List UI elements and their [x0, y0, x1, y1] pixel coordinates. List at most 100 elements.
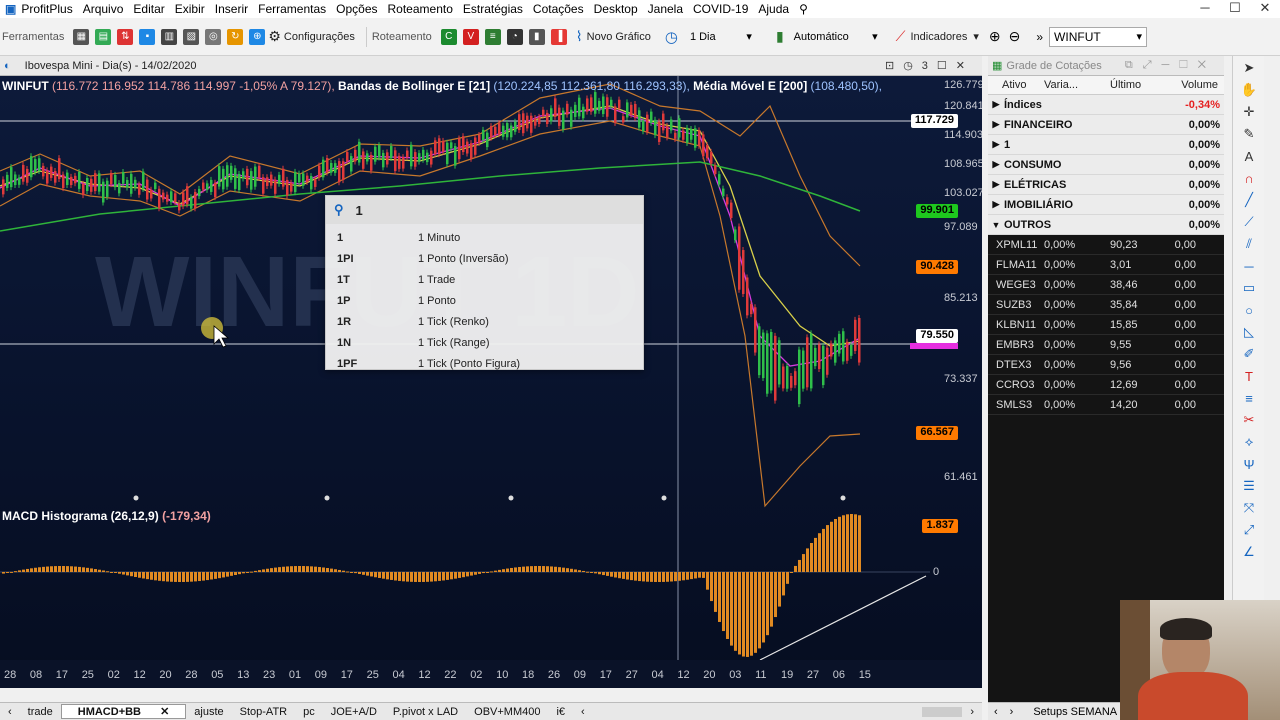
stock-row[interactable]: XPML11 0,00% 90,23 0,00	[988, 235, 1224, 255]
group-row[interactable]: ▶ CONSUMO 0,00%	[988, 155, 1224, 175]
menu-cotacoes[interactable]: Cotações	[528, 2, 589, 16]
tabs-prev-icon[interactable]: ‹	[0, 706, 20, 718]
close-icon[interactable]: ✕	[1250, 0, 1280, 16]
ray-icon[interactable]: ⟋	[1239, 212, 1259, 232]
menu-ajuda[interactable]: Ajuda	[753, 2, 794, 16]
clock-icon[interactable]: ◷	[665, 28, 678, 46]
edit-icon[interactable]: ✎	[1239, 124, 1259, 144]
col-ativo[interactable]: Ativo	[988, 79, 1044, 91]
zoom-in-icon[interactable]: ⊕	[989, 28, 1001, 45]
pointer-icon[interactable]: ➤	[1239, 58, 1259, 78]
more-icon[interactable]: »	[1036, 30, 1043, 44]
symbol-search-popup[interactable]: ⚲ 1 1 1 Minuto 1PI 1 Ponto (Inversão) 1T 1 …	[325, 195, 644, 370]
hline-icon[interactable]: ─	[1239, 256, 1259, 276]
popup-search-field[interactable]: ⚲ 1	[326, 196, 643, 224]
tab-ppivot-lad[interactable]: P.pivot x LAD	[385, 706, 466, 718]
tab-pc[interactable]: pc	[295, 706, 323, 718]
book-icon[interactable]: ≡	[484, 28, 501, 45]
indicadores-button[interactable]: ⟋ Indicadores ▾	[896, 26, 979, 48]
triangle-icon[interactable]: ◺	[1239, 322, 1259, 342]
maximize-icon[interactable]: ☐	[1220, 0, 1250, 16]
popup-item[interactable]: 1T 1 Trade	[326, 269, 643, 290]
stock-row[interactable]: SUZB3 0,00% 35,84 0,00	[988, 295, 1224, 315]
scissors-icon[interactable]: ✂	[1239, 410, 1259, 430]
menu-estrategias[interactable]: Estratégias	[458, 2, 528, 16]
menu-desktop[interactable]: Desktop	[589, 2, 643, 16]
tab-ajuste[interactable]: ajuste	[186, 706, 231, 718]
group-row[interactable]: ▶ IMOBILIÁRIO 0,00%	[988, 195, 1224, 215]
menu-ferramentas[interactable]: Ferramentas	[253, 2, 331, 16]
chart-color-icon[interactable]: ▐	[550, 28, 567, 45]
group-row[interactable]: ▶ 1 0,00%	[988, 135, 1224, 155]
menu-editar[interactable]: Editar	[128, 2, 169, 16]
footer-prev-icon[interactable]: ‹	[988, 706, 1004, 718]
search-icon[interactable]: ⚲	[794, 2, 813, 16]
table-icon[interactable]: ▧	[183, 28, 200, 45]
tab-other[interactable]: i€	[548, 706, 573, 718]
calendar-icon[interactable]: ▥	[161, 28, 178, 45]
cart-icon[interactable]: ⊕	[249, 28, 266, 45]
minimize-icon[interactable]: ─	[1190, 0, 1220, 16]
zoom-out-icon[interactable]: ⊖	[1009, 28, 1021, 45]
fibonacci-icon[interactable]: ≡	[1239, 388, 1259, 408]
stock-row[interactable]: CCRO3 0,00% 12,69 0,00	[988, 375, 1224, 395]
circle-icon[interactable]: ○	[1239, 300, 1259, 320]
menu-opcoes[interactable]: Opções	[331, 2, 382, 16]
line-icon[interactable]: ╱	[1239, 190, 1259, 210]
configuracoes-button[interactable]: ⚙ Configurações	[268, 26, 355, 48]
arrows-icon[interactable]: ⇅	[117, 28, 134, 45]
stock-row[interactable]: FLMA11 0,00% 3,01 0,00	[988, 255, 1224, 275]
grid-icon[interactable]: ▤	[95, 28, 112, 45]
hand-icon[interactable]: ✋	[1239, 80, 1259, 100]
group-row[interactable]: ▼ OUTROS 0,00%	[988, 215, 1224, 235]
text-icon[interactable]: T	[1239, 366, 1259, 386]
group-row[interactable]: ▶ Índices -0,34%	[988, 95, 1224, 115]
footer-next-icon[interactable]: ›	[1004, 706, 1020, 718]
novo-grafico-button[interactable]: ⌇ Novo Gráfico	[576, 26, 651, 48]
popup-item[interactable]: 1PF 1 Tick (Ponto Figura)	[326, 353, 643, 374]
group-row[interactable]: ▶ ELÉTRICAS 0,00%	[988, 175, 1224, 195]
bars-icon[interactable]: ▮	[528, 28, 545, 45]
stock-row[interactable]: KLBN11 0,00% 15,85 0,00	[988, 315, 1224, 335]
alarm-icon[interactable]: ◎	[205, 28, 222, 45]
period-select[interactable]: 1 Dia ▾	[686, 27, 756, 47]
menu-roteamento[interactable]: Roteamento	[383, 2, 458, 16]
popup-item[interactable]: 1 1 Minuto	[326, 227, 643, 248]
refresh-icon[interactable]: ↻	[227, 28, 244, 45]
mode-select[interactable]: Automático ▾	[790, 27, 882, 47]
text-a-icon[interactable]: A	[1239, 146, 1259, 166]
menu-arquivo[interactable]: Arquivo	[78, 2, 129, 16]
group-row[interactable]: ▶ FINANCEIRO 0,00%	[988, 115, 1224, 135]
tab-joe-ad[interactable]: JOE+A/D	[323, 706, 385, 718]
cross-icon[interactable]: ⤧	[1239, 498, 1259, 518]
popup-item[interactable]: 1P 1 Ponto	[326, 290, 643, 311]
tab-stop-atr[interactable]: Stop-ATR	[232, 706, 295, 718]
menu-inserir[interactable]: Inserir	[210, 2, 253, 16]
col-variacao[interactable]: Varia...	[1044, 79, 1100, 91]
popup-item[interactable]: 1N 1 Tick (Range)	[326, 332, 643, 353]
footer-tab[interactable]: Setups SEMANA	[1019, 706, 1117, 718]
tab-obv-mm400[interactable]: OBV+MM400	[466, 706, 548, 718]
price-chart[interactable]: WINFUT 1D 280817250212202805132	[0, 76, 982, 688]
list-icon[interactable]: ☰	[1239, 476, 1259, 496]
tabs-next-icon[interactable]: ‹	[573, 706, 593, 718]
channel-icon[interactable]: ⫽	[1239, 234, 1259, 254]
tab-close-icon[interactable]: ✕	[152, 706, 177, 718]
stock-row[interactable]: EMBR3 0,00% 9,55 0,00	[988, 335, 1224, 355]
tab-trade[interactable]: trade	[20, 706, 61, 718]
angle-icon[interactable]: ∠	[1239, 542, 1259, 562]
symbol-input[interactable]: WINFUT ▾	[1049, 26, 1148, 47]
popup-item[interactable]: 1R 1 Tick (Renko)	[326, 311, 643, 332]
tab-hmacd-bb[interactable]: HMACD+BB ✕	[60, 704, 187, 719]
fan-icon[interactable]: ⟡	[1239, 432, 1259, 452]
tabs-scroll-right-icon[interactable]: ›	[962, 706, 982, 718]
buy-icon[interactable]: C	[440, 28, 457, 45]
scrollbar[interactable]	[922, 706, 963, 717]
col-volume[interactable]: Volume	[1166, 79, 1220, 91]
chart-canvas[interactable]: WINFUT 1D 280817250212202805132	[0, 76, 982, 688]
pie-icon[interactable]: ◔	[506, 28, 523, 45]
menu-exibir[interactable]: Exibir	[170, 2, 210, 16]
stock-row[interactable]: WEGE3 0,00% 38,46 0,00	[988, 275, 1224, 295]
menu-covid[interactable]: COVID-19	[688, 2, 753, 16]
sell-icon[interactable]: V	[462, 28, 479, 45]
